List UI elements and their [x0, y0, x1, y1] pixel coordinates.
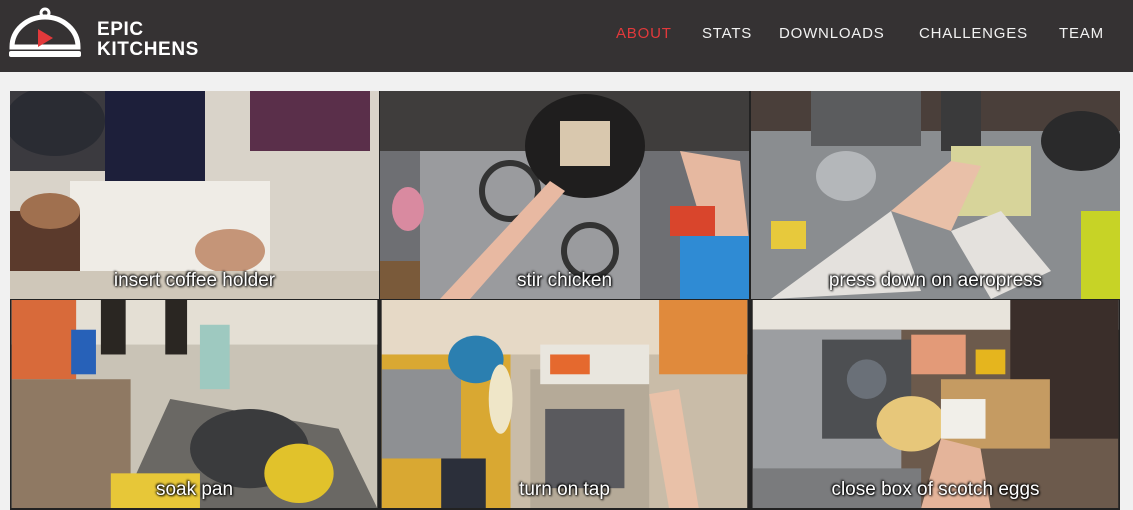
video-caption: insert coffee holder — [113, 270, 276, 291]
video-caption: soak pan — [155, 479, 234, 500]
video-thumbnail — [381, 300, 748, 508]
top-navbar: EPIC KITCHENS ABOUT STATS DOWNLOADS CHAL… — [0, 0, 1133, 72]
cloche-play-icon — [9, 7, 81, 57]
video-thumbnail — [11, 300, 378, 508]
brand-line-1: EPIC — [97, 19, 144, 40]
nav-team[interactable]: TEAM — [1059, 25, 1104, 42]
video-thumbnail — [752, 300, 1119, 508]
video-thumbnail — [751, 91, 1120, 299]
video-tile[interactable]: stir chicken — [380, 91, 749, 299]
video-caption: turn on tap — [519, 479, 610, 500]
nav-downloads[interactable]: DOWNLOADS — [779, 25, 885, 42]
brand-name: EPIC KITCHENS — [97, 20, 199, 60]
video-tile[interactable]: turn on tap — [380, 300, 749, 508]
video-thumbnail — [10, 91, 379, 299]
brand-logo[interactable]: EPIC KITCHENS — [8, 7, 218, 63]
brand-line-2: KITCHENS — [97, 39, 199, 60]
nav-stats[interactable]: STATS — [702, 25, 752, 42]
video-caption: stir chicken — [516, 270, 613, 291]
video-thumbnail — [380, 91, 749, 299]
video-grid: insert coffee holder stir chicken press … — [10, 91, 1120, 510]
video-tile[interactable]: close box of scotch eggs — [751, 300, 1120, 508]
video-tile[interactable]: soak pan — [10, 300, 379, 508]
video-tile[interactable]: press down on aeropress — [751, 91, 1120, 299]
nav-about[interactable]: ABOUT — [616, 25, 672, 42]
video-caption: close box of scotch eggs — [831, 479, 1040, 500]
video-caption: press down on aeropress — [828, 270, 1043, 291]
video-tile[interactable]: insert coffee holder — [10, 91, 379, 299]
nav-challenges[interactable]: CHALLENGES — [919, 25, 1028, 42]
